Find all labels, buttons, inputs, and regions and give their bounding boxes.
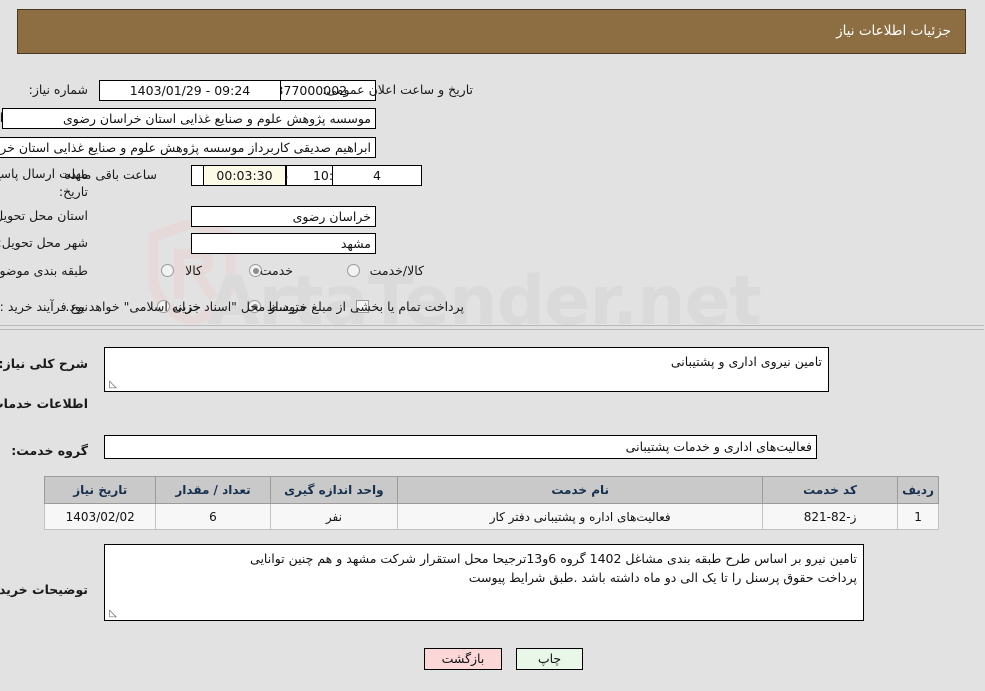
need-summary-textarea[interactable]: تامین نیروی اداری و پشتیبانی ◺: [105, 347, 830, 392]
treasury-bonds-text: پرداخت تمام یا بخشی از مبلغ خرید،از محل …: [66, 299, 465, 314]
announce-datetime-value: 09:24 - 1403/01/29: [100, 80, 282, 101]
cell-service-name: فعالیت‌های اداره و پشتیبانی دفتر کار: [398, 503, 765, 530]
category-label-kala: کالا: [186, 263, 203, 278]
table-header-row: ردیف کد خدمت نام خدمت واحد اندازه گیری ت…: [44, 476, 940, 504]
announce-datetime-label: تاریخ و ساعت اعلان عمومی:: [323, 82, 474, 97]
back-button[interactable]: بازگشت: [425, 648, 503, 670]
buyer-notes-label: توضیحات خریدار:: [0, 582, 89, 597]
col-unit: واحد اندازه گیری: [270, 476, 400, 504]
deadline-countdown-value: 00:03:30: [204, 165, 287, 186]
deadline-countdown-unit: ساعت باقی مانده: [65, 167, 158, 182]
buyer-notes-line-1: تامین نیرو بر اساس طرح طبقه بندی مشاغل 1…: [251, 551, 858, 566]
resize-grip-icon-notes[interactable]: ◺: [108, 609, 118, 619]
deadline-days-value: 4: [333, 165, 423, 186]
col-service-code: کد خدمت: [763, 476, 900, 504]
category-label-kala-khedmat: کالا/خدمت: [370, 263, 425, 278]
delivery-city-label: شهر محل تحویل:: [0, 235, 89, 250]
resize-grip-icon[interactable]: ◺: [108, 380, 118, 390]
col-row: ردیف: [898, 476, 940, 504]
cell-unit: نفر: [270, 503, 400, 530]
need-summary-value: تامین نیروی اداری و پشتیبانی: [671, 354, 823, 369]
need-details-page: ArtaTender.net جزئیات اطلاعات نیاز شماره…: [0, 0, 985, 691]
delivery-city-value: مشهد: [192, 233, 377, 254]
category-label-khedmat: خدمت: [260, 263, 294, 278]
category-radio-kala-khedmat[interactable]: [348, 264, 361, 277]
buyer-notes-textarea[interactable]: تامین نیرو بر اساس طرح طبقه بندی مشاغل 1…: [105, 544, 865, 621]
service-group-label: گروه خدمت:: [12, 443, 89, 458]
page-header-bar: جزئیات اطلاعات نیاز: [18, 9, 967, 54]
page-title: جزئیات اطلاعات نیاز: [837, 23, 952, 39]
cell-quantity: 6: [156, 503, 272, 530]
delivery-province-value: خراسان رضوی: [192, 206, 377, 227]
need-number-label: شماره نیاز:: [29, 82, 89, 97]
cell-row: 1: [898, 503, 940, 530]
col-service-name: نام خدمت: [398, 476, 765, 504]
col-quantity: تعداد / مقدار: [156, 476, 272, 504]
deadline-label-line2: تاریخ:: [59, 184, 89, 199]
print-button[interactable]: چاپ: [517, 648, 584, 670]
requester-value: ابراهیم صدیقی کاربرداز موسسه پژوهش علوم …: [0, 137, 377, 158]
cell-service-code: ز-82-821: [763, 503, 900, 530]
col-need-date: تاریخ نیاز: [44, 476, 158, 504]
need-summary-label: شرح کلی نیاز:: [0, 356, 89, 371]
table-row: 1 ز-82-821 فعالیت‌های اداره و پشتیبانی د…: [44, 503, 940, 530]
category-label: طبقه بندی موضوعی:: [0, 263, 89, 278]
category-radio-kala[interactable]: [162, 264, 175, 277]
section-divider-top: [0, 325, 985, 326]
services-table: ردیف کد خدمت نام خدمت واحد اندازه گیری ت…: [44, 476, 940, 530]
buyer-notes-line-2: پرداخت حقوق پرسنل را تا یک الی دو ماه دا…: [469, 570, 858, 585]
delivery-province-label: استان محل تحویل:: [0, 208, 89, 223]
services-section-heading: اطلاعات خدمات مورد نیاز: [0, 396, 89, 411]
section-divider-top-2: [0, 329, 985, 330]
service-group-value: فعالیت‌های اداری و خدمات پشتیبانی: [105, 435, 818, 459]
cell-need-date: 1403/02/02: [44, 503, 158, 530]
buyer-org-value: موسسه پژوهش علوم و صنایع غذایی استان خرا…: [3, 108, 377, 129]
